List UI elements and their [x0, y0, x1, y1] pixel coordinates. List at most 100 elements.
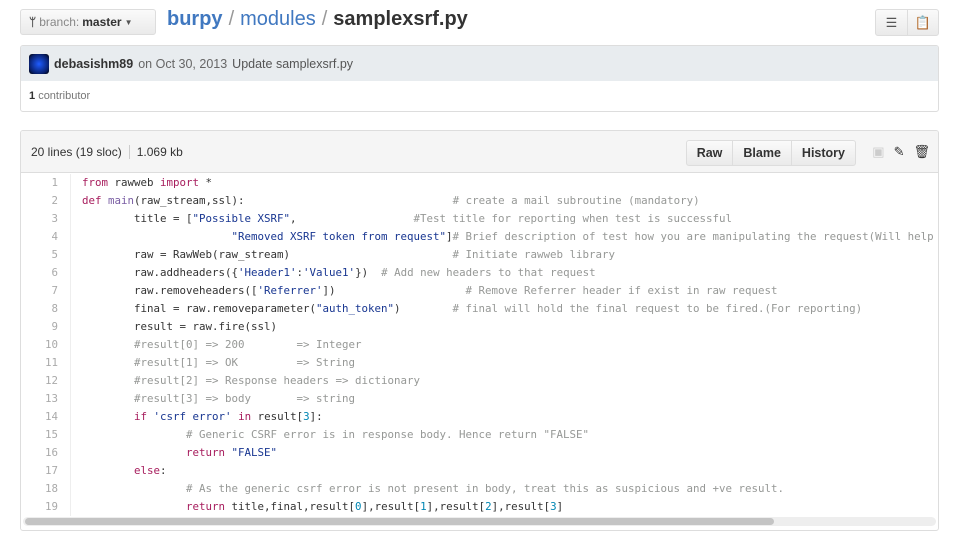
line-content: from rawweb import * — [71, 174, 212, 192]
code-token: result = raw.fire(ssl) — [82, 320, 278, 333]
code-line: 9 result = raw.fire(ssl) — [21, 318, 938, 336]
code-token: ],result[ — [361, 500, 421, 513]
code-token: "auth_token" — [316, 302, 395, 315]
code-token: ]) — [322, 284, 466, 297]
line-number[interactable]: 12 — [21, 372, 71, 390]
code-token: title,final,result[ — [225, 500, 356, 513]
chevron-down-icon: ▼ — [124, 17, 133, 27]
code-token: raw.removeheaders([ — [82, 284, 258, 297]
code-line: 7 raw.removeheaders(['Referrer']) # Remo… — [21, 282, 938, 300]
desktop-icon[interactable]: ▣ — [872, 144, 884, 160]
branch-name: master — [82, 15, 122, 29]
line-number[interactable]: 1 — [21, 174, 71, 192]
line-content: "Removed XSRF token from request"]# Brie… — [71, 228, 934, 246]
line-number[interactable]: 17 — [21, 462, 71, 480]
code-token: #result[1] => OK => String — [82, 356, 356, 369]
line-content: raw.removeheaders(['Referrer']) # Remove… — [71, 282, 778, 300]
horizontal-scrollbar[interactable] — [23, 517, 936, 526]
line-content: #result[1] => OK => String — [71, 354, 355, 372]
branch-selector[interactable]: ᛘ branch: master ▼ — [20, 9, 156, 35]
code-token: ) — [394, 302, 453, 315]
line-number[interactable]: 4 — [21, 228, 71, 246]
commit-message[interactable]: Update samplexsrf.py — [232, 57, 353, 71]
code-token: }) — [355, 266, 382, 279]
line-number[interactable]: 5 — [21, 246, 71, 264]
code-token: main — [108, 194, 135, 207]
divider — [128, 144, 130, 159]
code-line: 10 #result[0] => 200 => Integer — [21, 336, 938, 354]
branch-prefix: branch: — [39, 15, 80, 29]
line-content: # As the generic csrf error is not prese… — [71, 480, 784, 498]
code-token: from — [82, 176, 109, 189]
line-content: def main(raw_stream,ssl): # create a mai… — [71, 192, 700, 210]
code-line: 11 #result[1] => OK => String — [21, 354, 938, 372]
commit-author[interactable]: debasishm89 — [54, 57, 133, 71]
line-number[interactable]: 19 — [21, 498, 71, 516]
code-line: 15 # Generic CSRF error is in response b… — [21, 426, 938, 444]
code-token: (raw_stream,ssl): — [134, 194, 453, 207]
line-content: title = ["Possible XSRF", #Test title fo… — [71, 210, 732, 228]
code-token: rawweb — [108, 176, 161, 189]
contributors[interactable]: 1 contributor — [21, 81, 938, 111]
code-token: # create a mail subroutine (mandatory) — [452, 194, 700, 207]
line-number[interactable]: 11 — [21, 354, 71, 372]
line-number[interactable]: 16 — [21, 444, 71, 462]
line-number[interactable]: 10 — [21, 336, 71, 354]
line-content: if 'csrf error' in result[3]: — [71, 408, 323, 426]
trash-icon[interactable]: 🗑 — [913, 144, 930, 160]
file-viewer: 20 lines (19 sloc) 1.069 kb Raw Blame Hi… — [20, 130, 939, 531]
code-token: #result[0] => 200 => Integer — [82, 338, 362, 351]
code-token: ],result[ — [491, 500, 551, 513]
history-button[interactable]: History — [790, 141, 855, 165]
code-line: 12 #result[2] => Response headers => dic… — [21, 372, 938, 390]
code-token: def — [82, 194, 102, 207]
code-token: # Remove Referrer header if exist in raw… — [465, 284, 778, 297]
code-line: 1 from rawweb import * — [21, 174, 938, 192]
line-content: raw.addheaders({'Header1':'Value1'}) # A… — [71, 264, 596, 282]
code-token: #result[3] => body => string — [82, 392, 356, 405]
code-line: 18 # As the generic csrf error is not pr… — [21, 480, 938, 498]
raw-button[interactable]: Raw — [687, 141, 733, 165]
code-token: ],result[ — [426, 500, 486, 513]
avatar[interactable] — [29, 53, 49, 74]
line-content: else: — [71, 462, 167, 480]
code-token: "FALSE" — [231, 446, 278, 459]
breadcrumb-separator: / — [321, 8, 328, 30]
code-token: 'Referrer' — [257, 284, 323, 297]
line-number[interactable]: 3 — [21, 210, 71, 228]
breadcrumb-folder[interactable]: modules — [240, 8, 316, 31]
line-number[interactable]: 7 — [21, 282, 71, 300]
code-token: # Initiate rawweb library — [452, 248, 616, 261]
code-token: # Brief description of test how you are … — [452, 230, 934, 243]
code-line: 5 raw = RawWeb(raw_stream) # Initiate ra… — [21, 246, 938, 264]
code-line: 6 raw.addheaders({'Header1':'Value1'}) #… — [21, 264, 938, 282]
line-number[interactable]: 6 — [21, 264, 71, 282]
file-icons: ▣ ✎ 🗑 — [872, 144, 930, 160]
line-number[interactable]: 9 — [21, 318, 71, 336]
scrollbar-thumb[interactable] — [25, 518, 774, 525]
code-line: 19 return title,final,result[0],result[1… — [21, 498, 938, 516]
pencil-icon[interactable]: ✎ — [894, 144, 905, 160]
code-token: return — [186, 446, 226, 459]
code-token: raw = RawWeb(raw_stream) — [82, 248, 453, 261]
line-number[interactable]: 13 — [21, 390, 71, 408]
line-number[interactable]: 15 — [21, 426, 71, 444]
line-number[interactable]: 8 — [21, 300, 71, 318]
code-token: #result[2] => Response headers => dictio… — [82, 374, 421, 387]
code-token: title = [ — [82, 212, 193, 225]
line-content: #result[2] => Response headers => dictio… — [71, 372, 420, 390]
line-content: raw = RawWeb(raw_stream) # Initiate raww… — [71, 246, 615, 264]
breadcrumb-repo[interactable]: burpy — [167, 8, 223, 31]
line-content: # Generic CSRF error is in response body… — [71, 426, 589, 444]
line-number[interactable]: 18 — [21, 480, 71, 498]
line-number[interactable]: 2 — [21, 192, 71, 210]
code-body: 1 from rawweb import * 2 def main(raw_strea… — [21, 174, 938, 516]
code-line: 13 #result[3] => body => string — [21, 390, 938, 408]
line-number[interactable]: 14 — [21, 408, 71, 426]
code-token: "Possible XSRF" — [192, 212, 291, 225]
clipboard-icon[interactable]: 📋 — [907, 10, 938, 35]
latest-commit: debasishm89 on Oct 30, 2013 Update sampl… — [20, 45, 939, 112]
list-icon[interactable]: ☰ — [876, 10, 907, 35]
blame-button[interactable]: Blame — [732, 141, 791, 165]
